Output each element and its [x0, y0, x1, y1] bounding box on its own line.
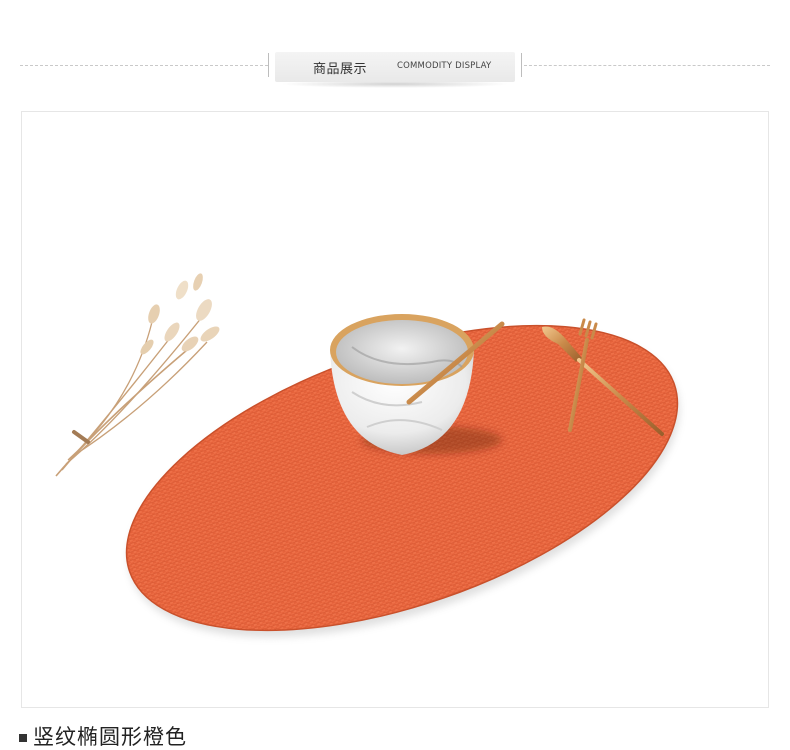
section-title-en: COMMODITY DISPLAY [397, 61, 492, 71]
header-divider-left [20, 65, 268, 66]
bowl-interior [336, 320, 468, 384]
header-tick-right [521, 53, 522, 77]
header-divider-right [524, 65, 770, 66]
caption-text: 竖纹椭圆形橙色 [33, 725, 187, 749]
header-tick-left [268, 53, 269, 77]
product-caption: 竖纹椭圆形橙色 [19, 724, 187, 750]
product-image-frame [21, 111, 769, 708]
section-title-cn: 商品展示 [313, 62, 368, 77]
product-photo [55, 273, 680, 638]
section-header: 商品展示 COMMODITY DISPLAY [275, 52, 515, 82]
square-bullet-icon [19, 734, 27, 742]
